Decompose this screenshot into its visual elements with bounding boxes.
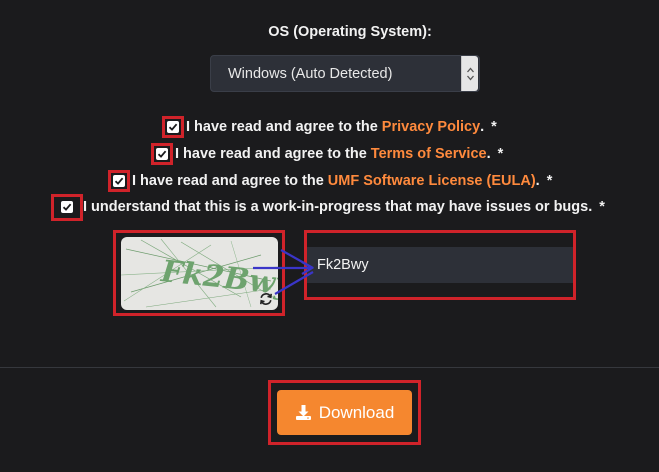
captcha-image: Fk2Bwy [120,236,278,310]
eula-checkbox[interactable] [108,170,130,192]
download-label: Download [318,402,395,422]
required-asterisk: * [546,173,553,189]
agreement-privacy: I have read and agree to the Privacy Pol… [162,115,497,139]
terms-checkbox[interactable] [151,143,173,165]
os-label: OS (Operating System): [268,24,432,40]
required-asterisk: * [491,119,497,135]
agreement-text: I have read and agree to the [186,119,378,135]
os-select[interactable]: Windows (Auto Detected) [210,55,480,92]
agreement-eula: I have read and agree to the UMF Softwar… [108,169,552,193]
captcha-input[interactable] [307,247,573,283]
checkbox-checked-icon [61,201,73,213]
agreement-text: I have read and agree to the [132,173,324,189]
agreement-period: . [486,146,491,162]
privacy-policy-link[interactable]: Privacy Policy [382,119,480,135]
agreement-period: . [535,173,540,189]
checkbox-checked-icon [113,175,125,187]
terms-of-service-link[interactable]: Terms of Service [371,146,487,162]
captcha-input-frame [304,230,576,300]
eula-link[interactable]: UMF Software License (EULA) [328,173,536,189]
divider [0,367,659,368]
download-page: OS (Operating System): Windows (Auto Det… [0,0,659,472]
select-arrows-icon[interactable] [461,56,478,91]
agreement-wip: I understand that this is a work-in-prog… [51,193,605,221]
required-asterisk: * [497,146,504,162]
refresh-icon[interactable] [258,291,274,307]
captcha-frame: Fk2Bwy [113,230,285,316]
agreement-terms: I have read and agree to the Terms of Se… [151,142,503,166]
download-icon [295,404,312,421]
agreement-text: I understand that this is a work-in-prog… [83,199,593,215]
checkbox-checked-icon [167,121,179,133]
privacy-checkbox[interactable] [162,116,184,138]
os-select-value: Windows (Auto Detected) [228,65,393,82]
download-frame: Download [268,380,421,445]
wip-checkbox[interactable] [51,193,83,221]
agreement-period: . [480,119,485,135]
download-button[interactable]: Download [277,390,412,435]
agreement-text: I have read and agree to the [175,146,367,162]
required-asterisk: * [599,199,605,215]
checkbox-checked-icon [156,148,168,160]
